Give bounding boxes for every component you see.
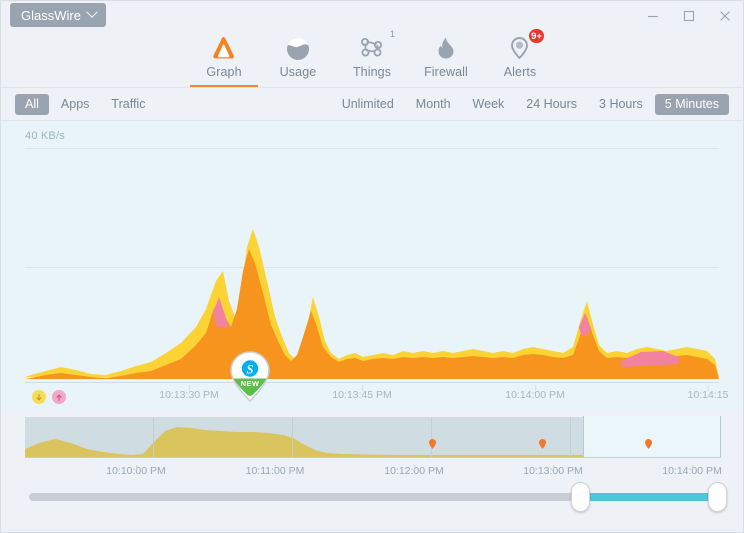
minimap-tick-0: 10:10:00 PM [106, 465, 166, 477]
graph-x-axis: 10:13:30 PM 10:13:45 PM 10:14:00 PM 10:1… [1, 383, 743, 405]
usage-circle-icon [261, 31, 335, 61]
filter-toolbar: All Apps Traffic Unlimited Month Week 24… [1, 87, 743, 120]
close-button[interactable] [707, 1, 743, 31]
mountain-graph-icon [187, 31, 261, 61]
filter-all[interactable]: All [15, 93, 49, 115]
minimap-event-pin-2 [645, 439, 652, 449]
filter-traffic[interactable]: Traffic [101, 94, 155, 115]
minimap-gridline-2 [431, 417, 432, 457]
nav-label-alerts: Alerts [503, 65, 537, 79]
nav-item-alerts[interactable]: 9+ Alerts [483, 28, 557, 87]
series-download-area [25, 249, 719, 379]
minimap-x-axis: 10:10:00 PM 10:11:00 PM 10:12:00 PM 10:1… [1, 458, 743, 478]
maximize-button[interactable] [671, 1, 707, 31]
minimap-tick-1: 10:11:00 PM [245, 465, 305, 477]
range-week[interactable]: Week [463, 94, 515, 115]
x-tick-0: 10:13:30 PM [159, 385, 219, 401]
x-tick-1: 10:13:45 PM [332, 385, 392, 401]
time-range-group: Unlimited Month Week 24 Hours 3 Hours 5 … [332, 93, 729, 115]
nav-item-things[interactable]: 1 Things [335, 29, 409, 87]
x-tick-2: 10:14:00 PM [505, 385, 565, 401]
minimap-selection-window[interactable] [583, 416, 721, 458]
network-nodes-icon: 1 [335, 29, 409, 61]
nav-label-graph: Graph [206, 65, 242, 79]
minimap-gridline-3 [570, 417, 571, 457]
brand-label: GlassWire [21, 7, 81, 23]
brand-menu-button[interactable]: GlassWire [10, 3, 106, 27]
minimap-gridline-1 [292, 417, 293, 457]
nav-label-things: Things [352, 65, 392, 79]
nav-item-graph[interactable]: Graph [187, 31, 261, 87]
map-pin-icon: 9+ [483, 28, 557, 61]
traffic-graph[interactable]: 40 KB/s S NEW 10:13:30 PM 10:13:45 PM 10… [1, 120, 743, 409]
nav-label-usage: Usage [279, 65, 317, 79]
slider-handle-right[interactable] [708, 482, 727, 512]
window-controls [635, 1, 743, 31]
things-count-badge: 1 [389, 29, 395, 39]
minimap-tick-3: 10:13:00 PM [523, 465, 583, 477]
range-unlimited[interactable]: Unlimited [332, 94, 404, 115]
minimap-event-pin-0 [429, 439, 436, 449]
title-bar: GlassWire [1, 1, 743, 31]
range-5-minutes[interactable]: 5 Minutes [654, 93, 729, 115]
minimap-tick-4: 10:14:00 PM [662, 465, 722, 477]
x-tick-3: 10:14:15 [688, 385, 728, 401]
nav-label-firewall: Firewall [424, 65, 468, 79]
filter-apps[interactable]: Apps [51, 94, 100, 115]
slider-handle-left[interactable] [571, 482, 590, 512]
series-upload-area [25, 229, 719, 377]
range-24-hours[interactable]: 24 Hours [516, 94, 587, 115]
minimap-gridline-0 [153, 417, 154, 457]
glasswire-window: GlassWire Graph Usage 1 Things Firewall … [0, 0, 744, 533]
nav-item-usage[interactable]: Usage [261, 31, 335, 87]
nav-item-firewall[interactable]: Firewall [409, 31, 483, 87]
chevron-down-icon [86, 6, 98, 18]
range-month[interactable]: Month [406, 94, 461, 115]
timeline-minimap[interactable]: 10:10:00 PM 10:11:00 PM 10:12:00 PM 10:1… [1, 409, 743, 481]
view-filter-group: All Apps Traffic [15, 93, 155, 115]
minimize-button[interactable] [635, 1, 671, 31]
traffic-area-chart [25, 229, 719, 379]
minimap-event-pin-1 [539, 439, 546, 449]
flame-icon [409, 31, 483, 61]
range-3-hours[interactable]: 3 Hours [589, 94, 653, 115]
alerts-count-badge: 9+ [528, 28, 545, 44]
svg-text:S: S [247, 363, 254, 377]
main-navigation: Graph Usage 1 Things Firewall 9+ Alerts [1, 28, 743, 87]
minimap-canvas[interactable] [25, 416, 721, 458]
time-range-slider[interactable] [1, 481, 743, 527]
slider-selected-range [579, 493, 715, 501]
minimap-tick-2: 10:12:00 PM [384, 465, 444, 477]
